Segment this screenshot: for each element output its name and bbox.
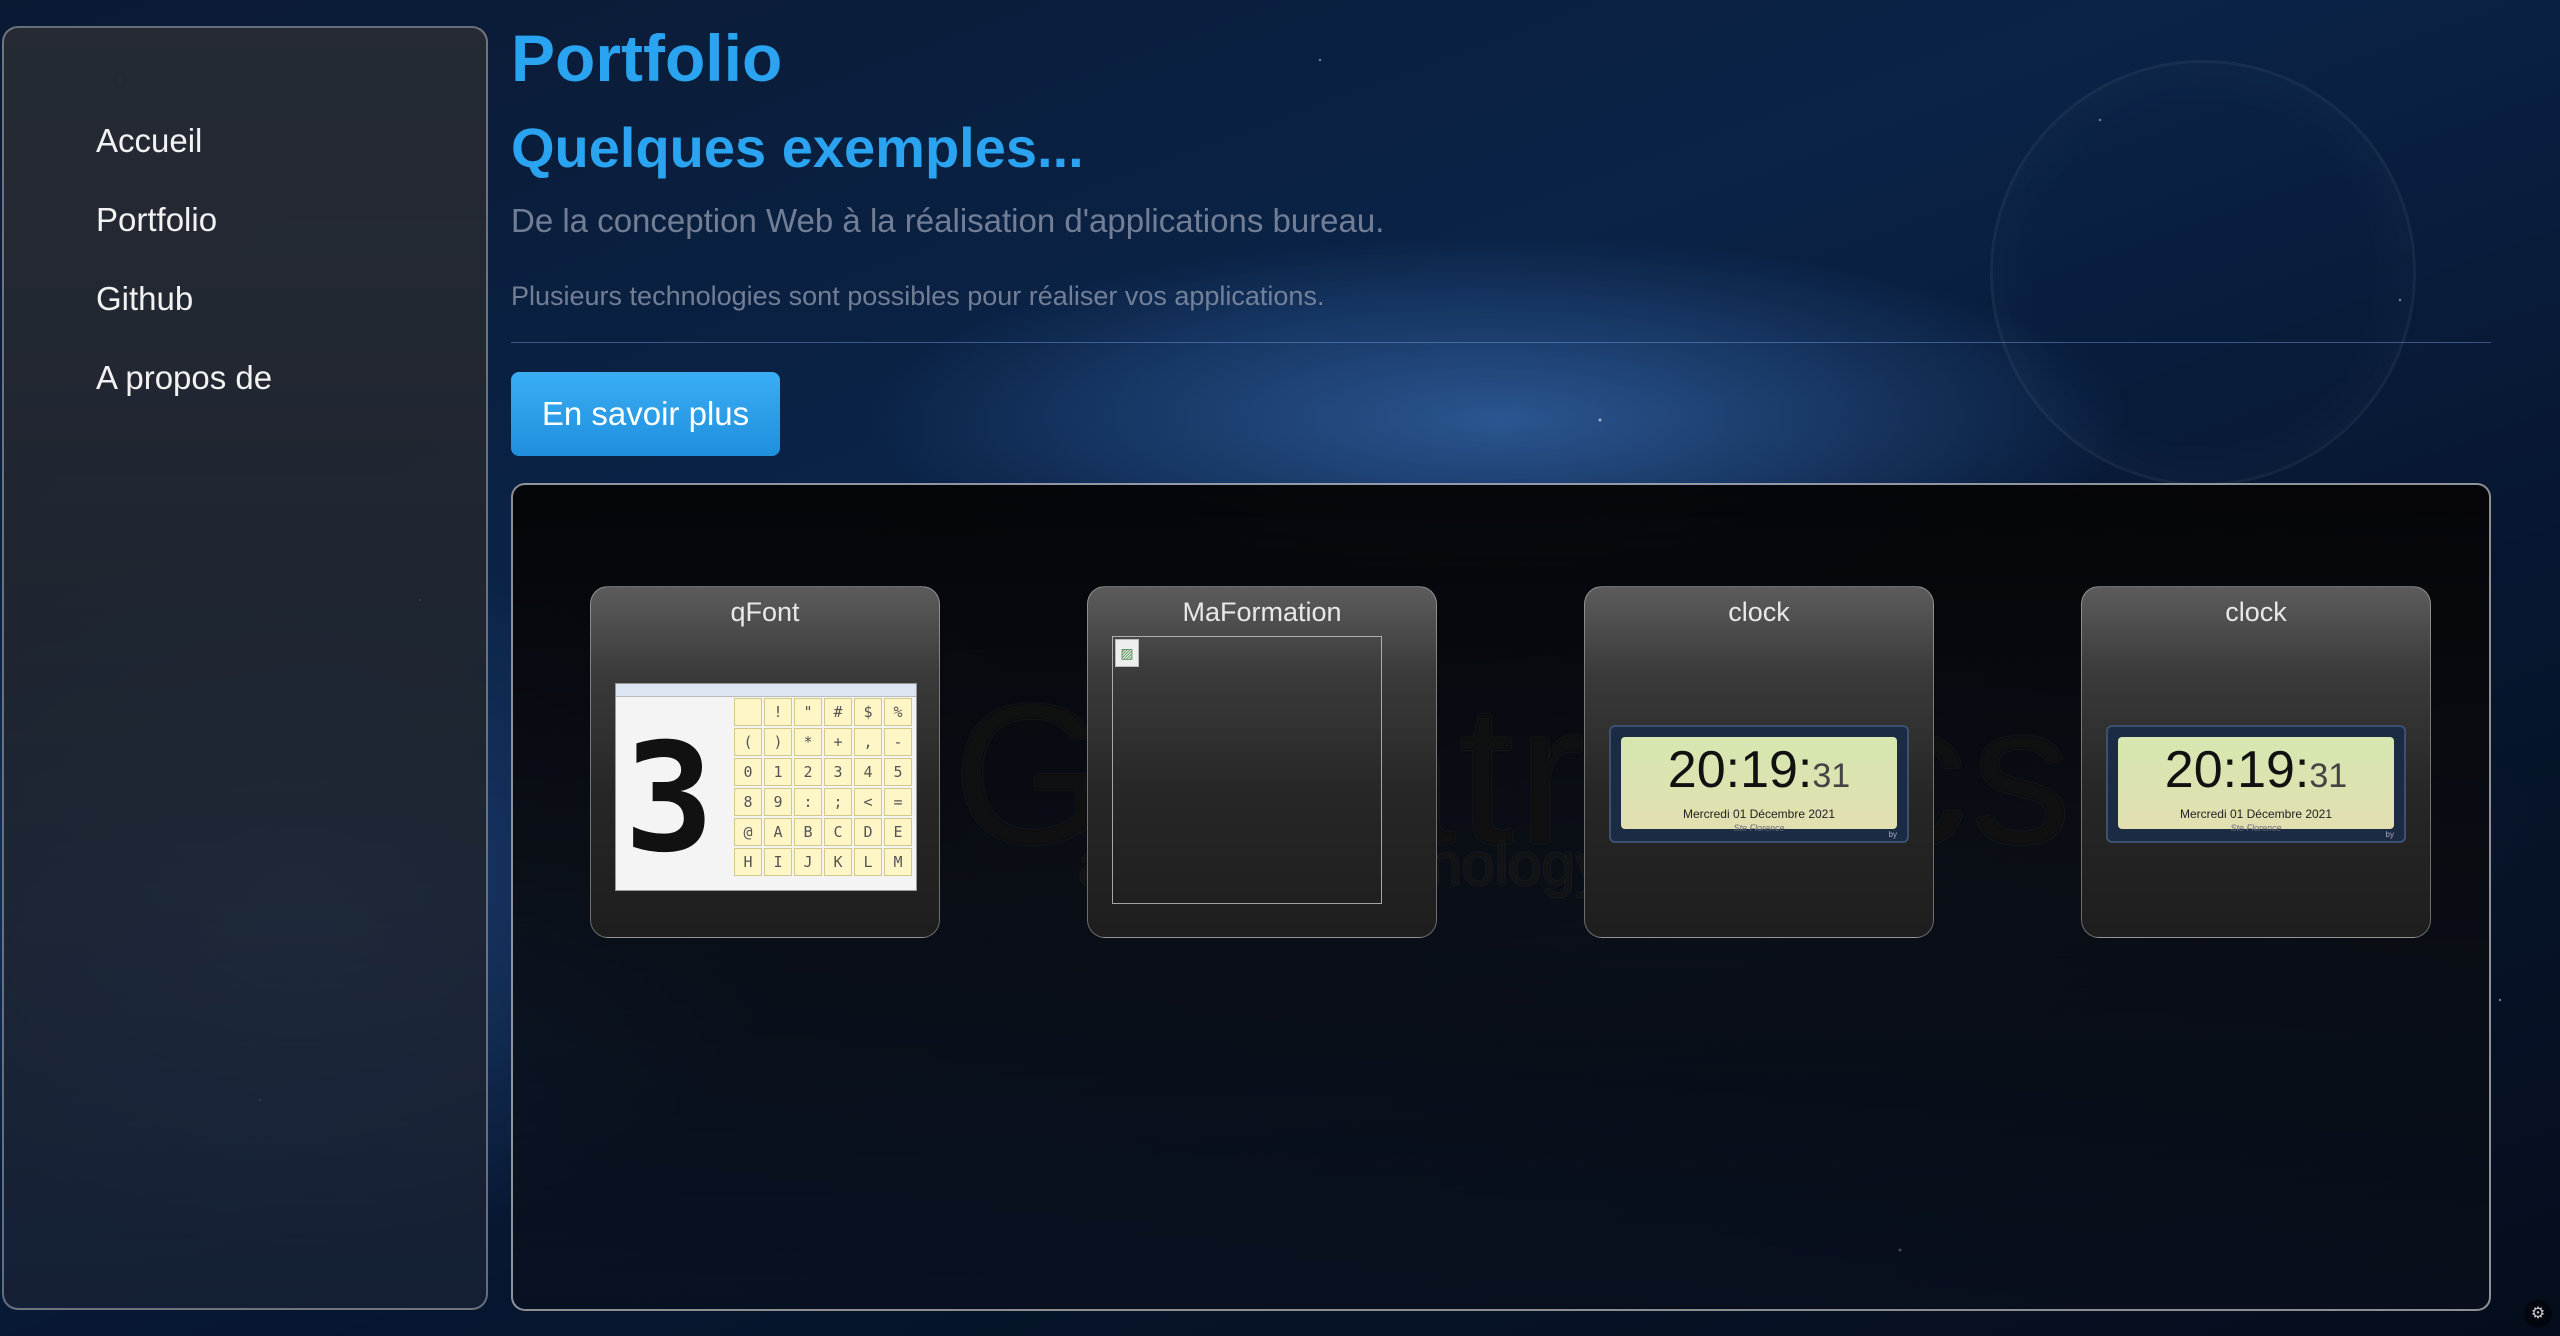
glyph-grid: ! " # $% () * +, - 0 1 2 3 4 5 8 9:; < = @ A B C D E H I J K L M bbox=[734, 698, 912, 876]
portfolio-card-qfont[interactable]: qFont 3 ! " # $%() * +, -0 1 2 3 4 5 8 9:; < = @ A B C D E H I J… bbox=[590, 586, 940, 938]
clock-face: 20:19:31 Mercredi 01 Décembre 2021 Ste F… bbox=[1621, 737, 1897, 833]
glyph-cell: 9 bbox=[764, 788, 792, 816]
glyph-cell: C bbox=[824, 818, 852, 846]
glyph-cell: E bbox=[884, 818, 912, 846]
clock-time: 20:19:31 bbox=[1621, 737, 1897, 807]
glyph-cell: # bbox=[824, 698, 852, 726]
glyph-cell: 5 bbox=[884, 758, 912, 786]
clock-saint-name: Ste Florence bbox=[2230, 823, 2282, 833]
glyph-cell: = bbox=[884, 788, 912, 816]
glyph-cell: 1 bbox=[764, 758, 792, 786]
glyph-cell: ( bbox=[734, 728, 762, 756]
settings-icon[interactable]: ⚙ bbox=[2524, 1300, 2552, 1328]
card-title: clock bbox=[1728, 597, 1790, 627]
glyph-cell: I bbox=[764, 848, 792, 876]
card-title: MaFormation bbox=[1182, 597, 1342, 627]
divider bbox=[511, 342, 2491, 343]
card-title: qFont bbox=[730, 597, 800, 627]
clock-thumbnail: 20:19:31 Mercredi 01 Décembre 2021 Ste F… bbox=[2106, 725, 2406, 843]
page-title: Portfolio bbox=[511, 21, 783, 95]
glyph-cell: M bbox=[884, 848, 912, 876]
glyph-cell: K bbox=[824, 848, 852, 876]
card-title: clock bbox=[2225, 597, 2287, 627]
en-savoir-plus-button[interactable]: En savoir plus bbox=[511, 372, 780, 456]
glyph-cell: ) bbox=[764, 728, 792, 756]
sidebar: Accueil Portfolio Github A propos de bbox=[2, 26, 488, 1310]
qfont-thumbnail: 3 ! " # $%() * +, -0 1 2 3 4 5 8 9:; < = @ A B C D E H I J K L M bbox=[615, 683, 917, 891]
sidebar-item-a-propos[interactable]: A propos de bbox=[96, 335, 486, 414]
glyph-cell: 3 bbox=[824, 758, 852, 786]
glyph-cell: A bbox=[764, 818, 792, 846]
window-titlebar bbox=[616, 684, 916, 697]
portfolio-card-clock-2[interactable]: clock 20:19:31 Mercredi 01 Décembre 2021… bbox=[2081, 586, 2431, 938]
portfolio-card-maformation[interactable]: MaFormation ▨ bbox=[1087, 586, 1437, 938]
sidebar-menu: Accueil Portfolio Github A propos de bbox=[4, 28, 486, 414]
clock-seconds: 31 bbox=[2309, 757, 2348, 795]
glyph-cell: + bbox=[824, 728, 852, 756]
glyph-preview: 3 bbox=[624, 712, 715, 886]
info-text: Plusieurs technologies sont possibles po… bbox=[511, 281, 1325, 311]
glyph-cell: % bbox=[884, 698, 912, 726]
glyph-cell: < bbox=[854, 788, 882, 816]
glyph-cell: 0 bbox=[734, 758, 762, 786]
glyph-cell: , bbox=[854, 728, 882, 756]
glyph-cell: " bbox=[794, 698, 822, 726]
glyph-cell: 4 bbox=[854, 758, 882, 786]
clock-date: Mercredi 01 Décembre 2021 bbox=[1682, 807, 1836, 821]
glyph-cell bbox=[734, 698, 762, 726]
portfolio-gallery: Genatronics a part of technology qFont 3… bbox=[511, 483, 2491, 1311]
clock-thumbnail: 20:19:31 Mercredi 01 Décembre 2021 Ste F… bbox=[1609, 725, 1909, 843]
glyph-cell: B bbox=[794, 818, 822, 846]
glyph-cell: L bbox=[854, 848, 882, 876]
page-subtitle: Quelques exemples... bbox=[511, 116, 1084, 179]
glyph-cell: * bbox=[794, 728, 822, 756]
clock-hm: 20:19: bbox=[2164, 741, 2310, 799]
clock-by-label: by bbox=[1888, 830, 1897, 839]
clock-by-label: by bbox=[2385, 830, 2394, 839]
glyph-cell: $ bbox=[854, 698, 882, 726]
clock-date: Mercredi 01 Décembre 2021 bbox=[2179, 807, 2333, 821]
gear-decoration bbox=[1990, 60, 2416, 486]
glyph-cell: H bbox=[734, 848, 762, 876]
broken-image: ▨ bbox=[1112, 636, 1382, 904]
sidebar-item-github[interactable]: Github bbox=[96, 256, 486, 335]
sidebar-item-portfolio[interactable]: Portfolio bbox=[96, 177, 486, 256]
sidebar-item-accueil[interactable]: Accueil bbox=[96, 98, 486, 177]
glyph-cell: D bbox=[854, 818, 882, 846]
clock-time: 20:19:31 bbox=[2118, 737, 2394, 807]
glyph-cell: - bbox=[884, 728, 912, 756]
glyph-cell: @ bbox=[734, 818, 762, 846]
glyph-cell: 8 bbox=[734, 788, 762, 816]
broken-image-icon: ▨ bbox=[1115, 639, 1139, 667]
clock-seconds: 31 bbox=[1812, 757, 1851, 795]
portfolio-card-clock[interactable]: clock 20:19:31 Mercredi 01 Décembre 2021… bbox=[1584, 586, 1934, 938]
lead-text: De la conception Web à la réalisation d'… bbox=[511, 202, 1385, 239]
clock-hm: 20:19: bbox=[1667, 741, 1813, 799]
clock-saint-name: Ste Florence bbox=[1733, 823, 1785, 833]
glyph-cell: ! bbox=[764, 698, 792, 726]
glyph-cell: ; bbox=[824, 788, 852, 816]
glyph-cell: : bbox=[794, 788, 822, 816]
glyph-cell: 2 bbox=[794, 758, 822, 786]
clock-face: 20:19:31 Mercredi 01 Décembre 2021 Ste F… bbox=[2118, 737, 2394, 833]
glyph-cell: J bbox=[794, 848, 822, 876]
